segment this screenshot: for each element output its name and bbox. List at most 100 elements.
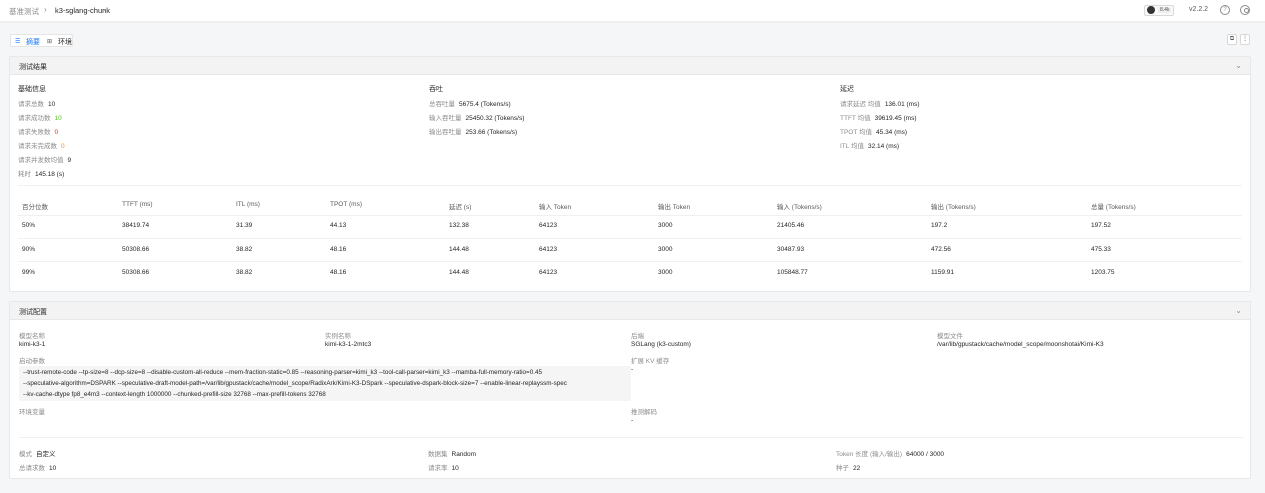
latency-ttft-mean: TTFT 均值 39619.45 (ms) [840, 115, 917, 122]
throughput-title: 吞吐 [429, 86, 443, 93]
table-header-cell: TTFT (ms) [122, 201, 153, 208]
launch-params-label: 启动参数 [19, 358, 45, 365]
model-name-label: 模型名称 [19, 333, 45, 340]
results-title: 测试结果 [19, 64, 47, 71]
tab-bar: ☰ 摘要 ⊞ 环境 [10, 34, 73, 47]
model-name-value: kimi-k3-1 [19, 341, 46, 348]
config-title: 测试配置 [19, 309, 47, 316]
table-cell: 197.2 [931, 222, 948, 229]
mode-field: 模式 自定义 [19, 451, 56, 458]
table-cell: 99% [22, 269, 36, 276]
list-icon: ☰ [15, 39, 21, 45]
table-cell: 30487.93 [777, 246, 805, 253]
tab-environment[interactable]: 环境 [58, 37, 72, 47]
launch-param-line: --kv-cache-dtype fp8_e4m3 --context-leng… [23, 391, 326, 398]
dataset-field: 数据集 Random [428, 451, 477, 458]
table-cell: 472.56 [931, 246, 951, 253]
grid-icon: ⊞ [47, 39, 53, 45]
total-requests-field: 总请求数 10 [19, 465, 57, 472]
chevron-down-icon[interactable]: ⌄ [102, 5, 108, 13]
table-cell: 3000 [658, 246, 673, 253]
model-file-label: 模型文件 [937, 333, 963, 340]
table-cell: 3000 [658, 269, 673, 276]
throughput-total: 总吞吐量 5675.4 (Tokens/s) [429, 101, 511, 108]
table-header-cell: ITL (ms) [236, 201, 260, 208]
config-card-header[interactable]: 测试配置 ⌄ [10, 302, 1250, 320]
basic-duration: 耗时 145.18 (s) [18, 171, 65, 178]
table-header-cell: 输出 (Tokens/s) [931, 204, 976, 211]
table-cell: 21405.46 [777, 222, 805, 229]
percentile-table: 百分位数 TTFT (ms) ITL (ms) TPOT (ms) 延迟 (s)… [10, 197, 1250, 287]
instance-value: kimi-k3-1-2mtc3 [325, 341, 372, 348]
backend-label: 后端 [631, 333, 644, 340]
launch-param-line: --trust-remote-code --tp-size=8 --dcp-si… [23, 369, 542, 376]
table-row: 99% 50308.66 38.82 48.16 144.48 64123 30… [10, 267, 1250, 281]
table-cell: 144.48 [449, 269, 469, 276]
copy-icon[interactable]: ⧉ [1227, 34, 1237, 45]
help-icon[interactable]: ? [1220, 5, 1230, 15]
config-card: 测试配置 ⌄ 模型名称 kimi-k3-1 实例名称 kimi-k3-1-2mt… [9, 301, 1251, 479]
divider [19, 437, 1243, 438]
divider [18, 238, 1242, 239]
table-cell: 132.38 [449, 222, 469, 229]
tab-summary[interactable]: 摘要 [26, 37, 40, 47]
table-cell: 48.16 [330, 246, 347, 253]
token-length-field: Token 长度 (输入/输出) 64000 / 3000 [836, 451, 945, 458]
latency-request-mean: 请求延迟 均值 136.01 (ms) [840, 101, 920, 108]
seed-field: 种子 22 [836, 465, 861, 472]
divider [18, 215, 1242, 216]
table-cell: 475.33 [1091, 246, 1111, 253]
breadcrumb-parent[interactable]: 基准测试 [9, 6, 39, 17]
table-cell: 1159.91 [931, 269, 955, 276]
spec-decode-label: 推测解码 [631, 409, 657, 416]
table-header-cell: 输出 Token [658, 204, 691, 211]
table-header-row: 百分位数 TTFT (ms) ITL (ms) TPOT (ms) 延迟 (s)… [10, 197, 1250, 211]
table-row: 90% 50308.66 38.82 48.16 144.48 64123 30… [10, 244, 1250, 258]
table-cell: 64123 [539, 269, 558, 276]
results-card-header[interactable]: 测试结果 ⌄ [10, 57, 1250, 75]
basic-total-requests: 请求总数 10 [18, 101, 56, 108]
chevron-down-icon[interactable]: ⌄ [1235, 306, 1242, 315]
backend-value: SGLang (k3-custom) [631, 341, 691, 348]
github-icon [1147, 6, 1155, 14]
instance-label: 实例名称 [325, 333, 351, 340]
throughput-input: 输入吞吐量 25450.32 (Tokens/s) [429, 115, 525, 122]
launch-param-line: --speculative-algorithm=DSPARK --specula… [23, 380, 567, 387]
user-icon[interactable] [1240, 5, 1250, 15]
table-cell: 3000 [658, 222, 673, 229]
latency-title: 延迟 [840, 86, 854, 93]
basic-success-requests: 请求成功数 10 [18, 115, 62, 122]
chevron-down-icon[interactable]: ⌄ [1235, 61, 1242, 70]
table-header-cell: 百分位数 [22, 204, 48, 211]
divider [18, 261, 1242, 262]
table-cell: 197.52 [1091, 222, 1111, 229]
table-cell: 31.39 [236, 222, 253, 229]
table-cell: 50308.66 [122, 246, 150, 253]
basic-concurrency: 请求并发数均值 9 [18, 157, 72, 164]
table-cell: 144.48 [449, 246, 469, 253]
table-cell: 50308.66 [122, 269, 150, 276]
table-header-cell: TPOT (ms) [330, 201, 363, 208]
table-cell: 38.82 [236, 246, 253, 253]
table-cell: 38.82 [236, 269, 253, 276]
latency-itl-mean: ITL 均值 32.14 (ms) [840, 143, 900, 150]
table-cell: 90% [22, 246, 36, 253]
basic-incomplete-requests: 请求未完成数 0 [18, 143, 65, 150]
request-rate-field: 请求率 10 [428, 465, 459, 472]
model-file-value: /var/lib/gpustack/cache/model_scope/moon… [937, 341, 1104, 348]
results-card: 测试结果 ⌄ 基础信息 请求总数 10 请求成功数 10 请求失败数 0 请求未完成数… [9, 56, 1251, 292]
more-icon[interactable]: ⋮ [1240, 34, 1250, 45]
launch-params-box: --trust-remote-code --tp-size=8 --dcp-si… [19, 366, 631, 401]
table-header-cell: 输入 Token [539, 204, 572, 211]
top-bar [0, 0, 1265, 22]
table-cell: 44.13 [330, 222, 347, 229]
basic-info-title: 基础信息 [18, 86, 46, 93]
latency-tpot-mean: TPOT 均值 45.34 (ms) [840, 129, 908, 136]
extended-kv-value: - [631, 366, 634, 373]
table-cell: 64123 [539, 222, 558, 229]
divider [18, 185, 1242, 186]
spec-decode-value: - [631, 417, 634, 424]
table-header-cell: 总量 (Tokens/s) [1091, 204, 1136, 211]
extended-kv-label: 扩展 KV 缓存 [631, 358, 670, 365]
table-cell: 48.16 [330, 269, 347, 276]
